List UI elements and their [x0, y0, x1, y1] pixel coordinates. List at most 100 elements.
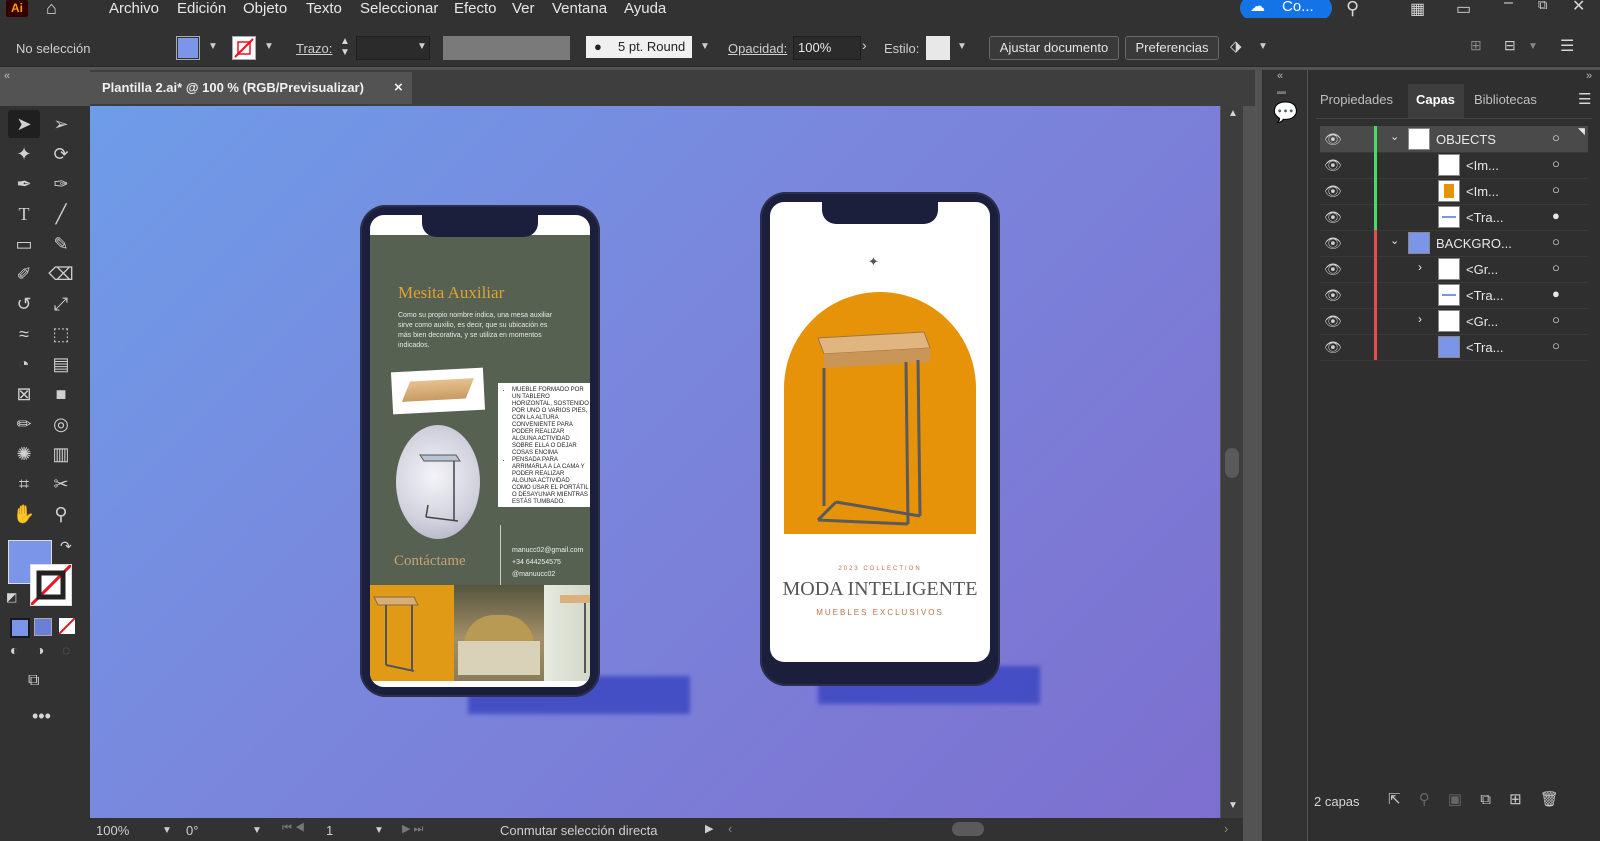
visibility-eye-icon[interactable]: 👁: [1324, 261, 1342, 278]
opacity-input[interactable]: 100%: [793, 36, 861, 60]
transform-icon[interactable]: ⬗: [1230, 37, 1242, 55]
artboard-dropdown-icon[interactable]: ▼: [374, 825, 384, 836]
draw-normal-icon[interactable]: ◐: [10, 642, 18, 658]
menu-ver[interactable]: Ver: [512, 0, 535, 17]
layer-row-path-3[interactable]: 👁 <Tra... ○: [1320, 334, 1588, 361]
visibility-eye-icon[interactable]: 👁: [1324, 131, 1342, 148]
visibility-eye-icon[interactable]: 👁: [1324, 339, 1342, 356]
menu-objeto[interactable]: Objeto: [243, 0, 287, 17]
tab-capas[interactable]: Capas: [1416, 92, 1455, 107]
visibility-eye-icon[interactable]: 👁: [1324, 209, 1342, 226]
target-circle-icon[interactable]: ○: [1552, 156, 1560, 171]
new-layer-icon[interactable]: ⊞: [1509, 791, 1522, 808]
line-tool-icon[interactable]: ╱: [48, 202, 74, 226]
rotate-tool-icon[interactable]: ↺: [11, 292, 37, 316]
hscroll-right-icon[interactable]: ›: [1224, 821, 1228, 836]
layer-row-objects[interactable]: 👁 ⌄ OBJECTS ○ ◥: [1320, 126, 1588, 153]
shape-builder-tool-icon[interactable]: ◔: [11, 352, 37, 376]
pen-tool-icon[interactable]: ✒: [11, 172, 37, 196]
stroke-label[interactable]: Trazo:: [296, 41, 332, 56]
symbol-sprayer-tool-icon[interactable]: ✺: [11, 442, 37, 466]
visibility-eye-icon[interactable]: 👁: [1324, 287, 1342, 304]
menu-ayuda[interactable]: Ayuda: [624, 0, 666, 17]
layer-row-background[interactable]: 👁 ⌄ BACKGRO... ○: [1320, 230, 1588, 257]
gradient-tool-icon[interactable]: ■: [48, 382, 74, 406]
type-tool-icon[interactable]: T: [11, 202, 37, 226]
shaper-tool-icon[interactable]: ✐: [11, 262, 37, 286]
layer-row-group-2[interactable]: 👁 › <Gr... ○: [1320, 308, 1588, 335]
artboard-first-icon[interactable]: ⏮ ◀: [282, 822, 305, 835]
tab-bibliotecas[interactable]: Bibliotecas: [1474, 92, 1537, 107]
brush-definition[interactable]: ● 5 pt. Round: [586, 36, 692, 58]
target-filled-icon[interactable]: ●: [1552, 286, 1560, 301]
color-mode-icon[interactable]: [10, 618, 30, 638]
width-tool-icon[interactable]: ≈: [11, 322, 37, 346]
style-swatch[interactable]: [926, 36, 950, 60]
mesh-tool-icon[interactable]: ⊠: [11, 382, 37, 406]
control-menu-icon[interactable]: ☰: [1560, 36, 1574, 56]
rotation-value[interactable]: 0°: [186, 823, 198, 838]
collapse-layer-icon[interactable]: ⌄: [1390, 130, 1399, 143]
layer-row-group-1[interactable]: 👁 › <Gr... ○: [1320, 256, 1588, 283]
comments-icon[interactable]: 💬: [1273, 100, 1298, 125]
variable-width-profile[interactable]: [443, 36, 570, 60]
stroke-weight-dropdown-icon[interactable]: ▼: [417, 41, 427, 52]
stroke-swatch[interactable]: [232, 36, 256, 60]
draw-inside-icon[interactable]: ◌: [62, 642, 70, 658]
distribute-icon[interactable]: ⊟: [1504, 37, 1516, 54]
arrange-icon[interactable]: ▭: [1456, 0, 1471, 19]
visibility-eye-icon[interactable]: 👁: [1324, 183, 1342, 200]
expand-panel-icon[interactable]: »: [1586, 70, 1592, 82]
rectangle-tool-icon[interactable]: ▭: [11, 232, 37, 256]
collapse-dock-icon[interactable]: «: [1277, 70, 1283, 82]
restore-icon[interactable]: ⧉: [1538, 0, 1547, 13]
visibility-eye-icon[interactable]: 👁: [1324, 313, 1342, 330]
zoom-tool-icon[interactable]: ⚲: [48, 502, 74, 526]
artboard-tool-icon[interactable]: ⌗: [11, 472, 37, 496]
target-circle-icon[interactable]: ○: [1552, 234, 1560, 249]
tab-propiedades[interactable]: Propiedades: [1320, 92, 1393, 107]
search-icon[interactable]: ⚲: [1346, 0, 1359, 19]
locate-object-icon[interactable]: ⚲: [1419, 791, 1430, 808]
paintbrush-tool-icon[interactable]: ✎: [48, 232, 74, 256]
eyedropper-tool-icon[interactable]: ✏: [11, 412, 37, 436]
layer-row-path-1[interactable]: 👁 <Tra... ●: [1320, 204, 1588, 231]
more-tools-icon[interactable]: •••: [32, 706, 51, 727]
lasso-tool-icon[interactable]: ⟳: [48, 142, 74, 166]
artboard-canvas[interactable]: Mesita Auxiliar Como su propio nombre in…: [90, 106, 1220, 818]
brush-dropdown-icon[interactable]: ▼: [700, 41, 710, 52]
graph-tool-icon[interactable]: ▥: [48, 442, 74, 466]
menu-ventana[interactable]: Ventana: [552, 0, 607, 17]
scroll-thumb[interactable]: [1225, 448, 1239, 478]
target-circle-icon[interactable]: ○: [1552, 338, 1560, 353]
none-mode-icon[interactable]: [59, 618, 75, 634]
delete-layer-icon[interactable]: 🗑: [1540, 791, 1559, 808]
style-dropdown-icon[interactable]: ▼: [957, 41, 967, 52]
menu-seleccionar[interactable]: Seleccionar: [360, 0, 438, 17]
preferences-button[interactable]: Preferencias: [1125, 36, 1219, 60]
target-circle-icon[interactable]: ○: [1552, 182, 1560, 197]
vertical-scrollbar[interactable]: ▲ ▼: [1221, 106, 1243, 818]
scroll-down-icon[interactable]: ▼: [1228, 800, 1238, 811]
visibility-eye-icon[interactable]: 👁: [1324, 235, 1342, 252]
zoom-level[interactable]: 100%: [96, 823, 129, 838]
fill-dropdown-icon[interactable]: ▼: [208, 41, 218, 52]
align-icon[interactable]: ⊞: [1470, 37, 1482, 54]
default-colors-icon[interactable]: ◩: [6, 590, 17, 604]
fit-document-button[interactable]: Ajustar documento: [989, 36, 1119, 60]
opacity-label[interactable]: Opacidad:: [728, 41, 787, 56]
selection-tool-icon[interactable]: ➤: [11, 112, 37, 136]
collapse-toolbar-icon[interactable]: «: [4, 70, 10, 82]
stroke-stepper-icon[interactable]: ▲ ▼: [340, 36, 350, 58]
layer-row-path-2[interactable]: 👁 <Tra... ●: [1320, 282, 1588, 309]
blend-tool-icon[interactable]: ◎: [48, 412, 74, 436]
panel-menu-icon[interactable]: ☰: [1578, 90, 1591, 108]
hand-tool-icon[interactable]: ✋: [11, 502, 37, 526]
status-menu-arrow-icon[interactable]: ▶: [705, 822, 713, 835]
perspective-grid-tool-icon[interactable]: ▤: [48, 352, 74, 376]
transform-dropdown-icon[interactable]: ▼: [1258, 41, 1268, 52]
zoom-dropdown-icon[interactable]: ▼: [162, 825, 172, 836]
close-tab-icon[interactable]: ×: [394, 72, 403, 104]
artboard-number[interactable]: 1: [326, 823, 333, 838]
distribute-dropdown-icon[interactable]: ▼: [1528, 41, 1538, 52]
